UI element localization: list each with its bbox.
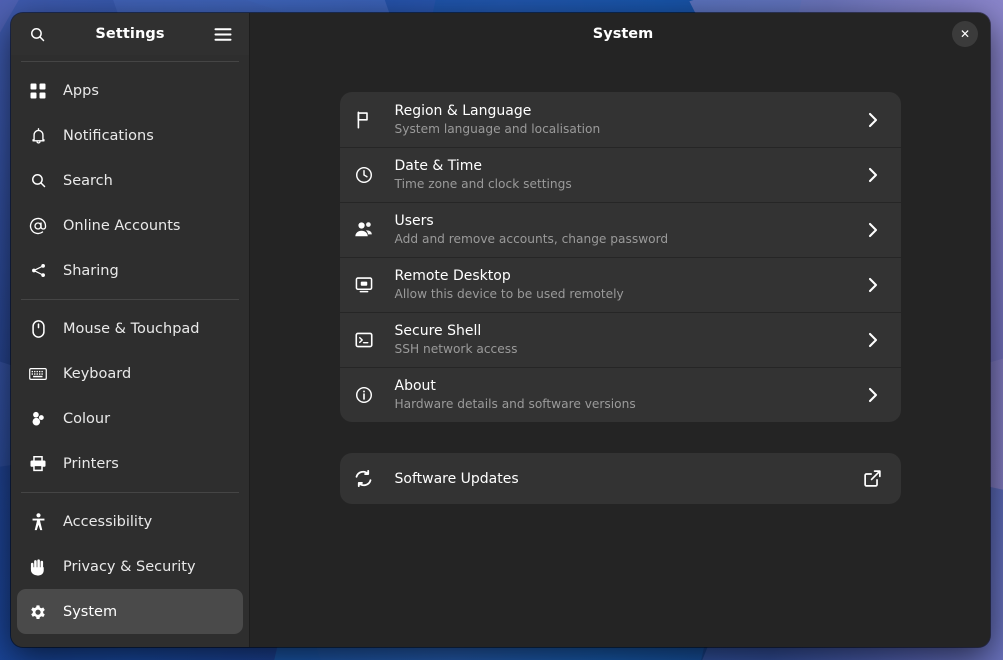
sidebar-item-printers[interactable]: Printers	[17, 441, 243, 486]
sidebar-item-label: Privacy & Security	[63, 558, 196, 575]
row-title: About	[394, 378, 436, 394]
sidebar-item-online-accounts[interactable]: Online Accounts	[17, 203, 243, 248]
sidebar-item-label: Keyboard	[63, 365, 132, 382]
external-link-icon	[862, 468, 884, 490]
row-text: About Hardware details and software vers…	[395, 377, 862, 412]
search-icon	[29, 26, 46, 43]
hamburger-menu-icon	[214, 27, 232, 42]
row-date-time[interactable]: Date & Time Time zone and clock settings	[339, 147, 901, 202]
mouse-icon	[29, 319, 47, 338]
chevron-right-icon	[862, 384, 884, 406]
search-icon	[29, 172, 47, 190]
software-updates-card: Software Updates	[339, 453, 901, 504]
sidebar-item-search[interactable]: Search	[17, 158, 243, 203]
sidebar-item-label: System	[63, 603, 118, 620]
share-nodes-icon	[29, 262, 47, 280]
sidebar-item-label: Apps	[63, 82, 99, 99]
row-text: Region & Language System language and lo…	[395, 102, 862, 137]
sidebar-item-accessibility[interactable]: Accessibility	[17, 499, 243, 544]
row-title: Date & Time	[394, 158, 483, 174]
row-subtitle: Allow this device to be used remotely	[394, 287, 624, 301]
clock-icon	[354, 165, 374, 185]
sidebar-item-privacy-security[interactable]: Privacy & Security	[17, 544, 243, 589]
row-title: Remote Desktop	[394, 268, 511, 284]
keyboard-icon	[29, 365, 47, 383]
sidebar-header: Settings	[11, 13, 249, 55]
sidebar-item-label: Notifications	[63, 127, 154, 144]
colour-circles-icon	[29, 410, 47, 428]
sidebar-divider	[21, 492, 239, 493]
remote-desktop-icon	[354, 275, 374, 295]
chevron-right-icon	[862, 164, 884, 186]
accessibility-person-icon	[29, 512, 47, 531]
sidebar-item-label: Printers	[63, 455, 119, 472]
row-software-updates[interactable]: Software Updates	[340, 453, 901, 504]
refresh-sync-icon	[354, 469, 374, 489]
row-remote-desktop[interactable]: Remote Desktop Allow this device to be u…	[339, 257, 901, 312]
raised-hand-icon	[29, 558, 47, 576]
row-region-language[interactable]: Region & Language System language and lo…	[340, 92, 901, 147]
sidebar-item-label: Online Accounts	[63, 217, 181, 234]
settings-window: Settings Apps Notifications Search Onlin…	[11, 13, 990, 647]
row-subtitle: Add and remove accounts, change password	[394, 232, 669, 246]
row-about[interactable]: About Hardware details and software vers…	[339, 367, 901, 422]
gear-icon	[29, 603, 47, 621]
row-text: Software Updates	[395, 470, 862, 488]
close-icon: ✕	[959, 27, 971, 41]
terminal-icon	[354, 330, 374, 350]
sidebar-item-keyboard[interactable]: Keyboard	[17, 351, 243, 396]
people-icon	[354, 220, 374, 240]
row-title: Software Updates	[394, 470, 519, 487]
row-subtitle: System language and localisation	[394, 122, 601, 136]
sidebar-item-system[interactable]: System	[17, 589, 243, 634]
sidebar-item-label: Mouse & Touchpad	[63, 320, 200, 337]
sidebar-item-apps[interactable]: Apps	[17, 68, 243, 113]
at-sign-icon	[29, 217, 47, 235]
printer-icon	[29, 455, 47, 473]
content-pane: System ✕ Region & Language System langua…	[250, 13, 990, 647]
sidebar-item-label: Accessibility	[63, 513, 153, 530]
search-button[interactable]	[21, 18, 53, 50]
chevron-right-icon	[862, 329, 884, 351]
sidebar-item-label: Search	[63, 172, 113, 189]
close-button[interactable]: ✕	[952, 21, 978, 47]
row-subtitle: Time zone and clock settings	[394, 177, 572, 191]
sidebar-divider	[21, 61, 239, 62]
sidebar-item-colour[interactable]: Colour	[17, 396, 243, 441]
content-body: Region & Language System language and lo…	[250, 55, 990, 647]
sidebar-item-label: Colour	[63, 410, 111, 427]
row-title: Users	[394, 213, 434, 229]
row-secure-shell[interactable]: Secure Shell SSH network access	[339, 312, 901, 367]
sidebar-item-sharing[interactable]: Sharing	[17, 248, 243, 293]
sidebar-title: Settings	[95, 26, 165, 42]
sidebar: Settings Apps Notifications Search Onlin…	[11, 13, 250, 647]
sidebar-item-notifications[interactable]: Notifications	[17, 113, 243, 158]
row-text: Remote Desktop Allow this device to be u…	[395, 267, 862, 302]
main-menu-button[interactable]	[207, 18, 239, 50]
chevron-right-icon	[862, 274, 884, 296]
row-text: Users Add and remove accounts, change pa…	[395, 212, 862, 247]
apps-grid-icon	[29, 82, 47, 100]
sidebar-divider	[21, 299, 239, 300]
chevron-right-icon	[862, 219, 884, 241]
row-title: Region & Language	[394, 103, 532, 119]
bell-icon	[29, 127, 47, 145]
sidebar-item-mouse-touchpad[interactable]: Mouse & Touchpad	[17, 306, 243, 351]
page-title: System	[592, 26, 654, 42]
content-header: System ✕	[250, 13, 990, 55]
chevron-right-icon	[862, 109, 884, 131]
sidebar-item-list[interactable]: Apps Notifications Search Online Account…	[11, 55, 249, 647]
sidebar-item-label: Sharing	[63, 262, 119, 279]
flag-icon	[354, 110, 374, 130]
row-title: Secure Shell	[394, 323, 482, 339]
row-subtitle: Hardware details and software versions	[394, 397, 636, 411]
info-circle-icon	[354, 385, 374, 405]
row-text: Date & Time Time zone and clock settings	[395, 157, 862, 192]
row-users[interactable]: Users Add and remove accounts, change pa…	[339, 202, 901, 257]
system-settings-card: Region & Language System language and lo…	[339, 92, 901, 422]
row-subtitle: SSH network access	[394, 342, 518, 356]
row-text: Secure Shell SSH network access	[395, 322, 862, 357]
